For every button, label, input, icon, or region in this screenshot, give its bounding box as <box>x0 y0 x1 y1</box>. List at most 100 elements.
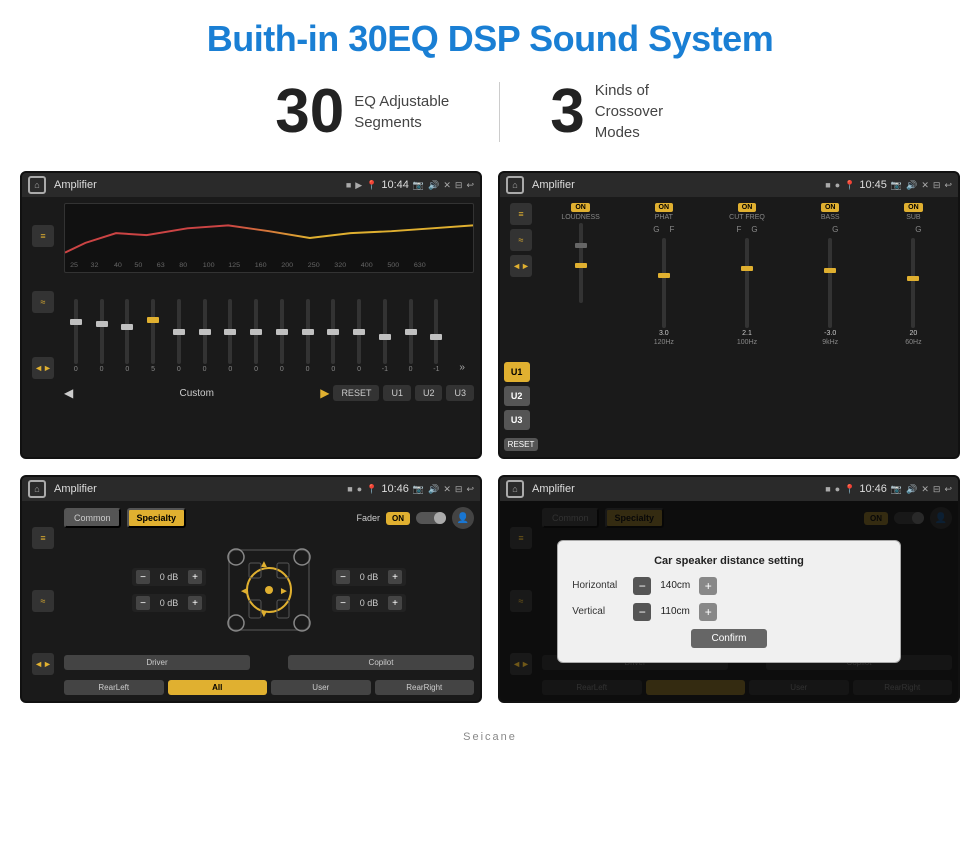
cr-reset-btn[interactable]: RESET <box>504 438 539 451</box>
speaker-bottom-btns-row1: Driver Copilot <box>64 655 474 670</box>
eq-fader-10[interactable]: 0 <box>322 299 346 373</box>
dialog-minus-vertical[interactable]: − <box>633 603 651 621</box>
eq-fader-3[interactable]: 5 <box>141 299 165 373</box>
eq-fader-14[interactable]: -1 <box>425 299 449 373</box>
dialog-control-horizontal: − 140cm + <box>633 577 717 595</box>
home-icon[interactable]: ⌂ <box>28 176 46 194</box>
sub-fader[interactable] <box>911 238 915 328</box>
cutfreq-on-btn[interactable]: ON <box>738 203 757 212</box>
camera-icon-cr: 📷 <box>891 180 902 191</box>
eq-fader-12[interactable]: -1 <box>373 299 397 373</box>
dialog-row-vertical: Vertical − 110cm + <box>572 603 886 621</box>
svg-text:500: 500 <box>387 262 399 269</box>
spk-control-btn-1[interactable]: ≡ <box>32 527 54 549</box>
db-minus-fr[interactable]: − <box>336 570 350 584</box>
db-plus-fl[interactable]: + <box>188 570 202 584</box>
eq-fader-13[interactable]: 0 <box>399 299 423 373</box>
spk-btn-user[interactable]: User <box>271 680 371 695</box>
status-bar-spk: ⌂ Amplifier ■ ● 📍 10:46 📷 🔊 ✕ ⊟ ↩ <box>22 477 480 501</box>
fader-toggle-slider[interactable] <box>416 512 446 524</box>
spk-btn-rearright[interactable]: RearRight <box>375 680 475 695</box>
dialog-label-vertical: Vertical <box>572 606 627 617</box>
spk-control-btn-2[interactable]: ≈ <box>32 590 54 612</box>
eq-expand-btn[interactable]: » <box>450 362 474 373</box>
bass-fader[interactable] <box>828 238 832 328</box>
phat-on-btn[interactable]: ON <box>655 203 674 212</box>
eq-fader-6[interactable]: 0 <box>219 299 243 373</box>
fader-label: Fader <box>356 513 380 523</box>
eq-fader-7[interactable]: 0 <box>244 299 268 373</box>
svg-text:63: 63 <box>157 262 165 269</box>
cr-u1-btn[interactable]: U1 <box>504 362 530 382</box>
cr-u2-btn[interactable]: U2 <box>504 386 530 406</box>
dialog-plus-vertical[interactable]: + <box>699 603 717 621</box>
spk-btn-driver[interactable]: Driver <box>64 655 250 670</box>
eq-control-btn-3[interactable]: ◄► <box>32 357 54 379</box>
db-minus-rr[interactable]: − <box>336 596 350 610</box>
db-minus-fl[interactable]: − <box>136 570 150 584</box>
eq-fader-9[interactable]: 0 <box>296 299 320 373</box>
dialog-confirm-btn[interactable]: Confirm <box>691 629 766 648</box>
svg-text:50: 50 <box>134 262 142 269</box>
cr-control-btn-2[interactable]: ≈ <box>510 229 532 251</box>
eq-u3-btn[interactable]: U3 <box>446 385 474 401</box>
vol-icon: 🔊 <box>428 180 439 191</box>
loudness-fader[interactable] <box>579 223 583 303</box>
sub-on-btn[interactable]: ON <box>904 203 923 212</box>
toggle-knob <box>434 512 446 524</box>
loudness-on-btn[interactable]: ON <box>571 203 590 212</box>
spk-control-btn-3[interactable]: ◄► <box>32 653 54 675</box>
db-plus-rr[interactable]: + <box>388 596 402 610</box>
eq-fader-1[interactable]: 0 <box>90 299 114 373</box>
page-title: Buith-in 30EQ DSP Sound System <box>0 0 980 70</box>
spk-btn-all[interactable]: All <box>168 680 268 695</box>
bass-label: BASS <box>821 214 840 221</box>
eq-fader-5[interactable]: 0 <box>193 299 217 373</box>
eq-fader-2[interactable]: 0 <box>116 299 140 373</box>
dialog-plus-horizontal[interactable]: + <box>699 577 717 595</box>
dialog-minus-horizontal[interactable]: − <box>633 577 651 595</box>
eq-graph: 25 32 40 50 63 80 100 125 160 200 250 32… <box>64 203 474 273</box>
eq-play-btn[interactable]: ▶ <box>320 386 329 400</box>
cr-control-btn-1[interactable]: ≡ <box>510 203 532 225</box>
eq-main: 25 32 40 50 63 80 100 125 160 200 250 32… <box>64 203 474 401</box>
spk-btn-rearleft[interactable]: RearLeft <box>64 680 164 695</box>
eq-control-btn-2[interactable]: ≈ <box>32 291 54 313</box>
cr-u3-btn[interactable]: U3 <box>504 410 530 430</box>
eq-prev-btn[interactable]: ◀ <box>64 386 73 400</box>
tab-specialty-spk[interactable]: Specialty <box>127 508 187 528</box>
svg-text:125: 125 <box>228 262 240 269</box>
home-icon-spk2[interactable]: ⌂ <box>506 480 524 498</box>
eq-fader-0[interactable]: 0 <box>64 299 88 373</box>
eq-curve-svg: 25 32 40 50 63 80 100 125 160 200 250 32… <box>65 204 473 272</box>
db-plus-fr[interactable]: + <box>388 570 402 584</box>
eq-fader-11[interactable]: 0 <box>347 299 371 373</box>
status-bar-eq: ⌂ Amplifier ■ ▶ 📍 10:44 📷 🔊 ✕ ⊟ ↩ <box>22 173 480 197</box>
cr-control-btn-3[interactable]: ◄► <box>510 255 532 277</box>
db-ctrl-fr: − 0 dB + <box>332 568 406 586</box>
phat-freq: 120Hz <box>654 339 674 346</box>
db-minus-rl[interactable]: − <box>136 596 150 610</box>
speaker2-screen-body: ≡ ≈ ◄► Common Specialty ON 👤 <box>500 501 958 701</box>
db-plus-rl[interactable]: + <box>188 596 202 610</box>
minimize-icon-cr: ⊟ <box>933 180 941 191</box>
eq-reset-btn[interactable]: RESET <box>333 385 379 401</box>
phat-fader[interactable] <box>662 238 666 328</box>
tab-common-spk[interactable]: Common <box>64 508 121 528</box>
eq-u2-btn[interactable]: U2 <box>415 385 443 401</box>
eq-fader-8[interactable]: 0 <box>270 299 294 373</box>
spk-btn-copilot[interactable]: Copilot <box>288 655 474 670</box>
eq-control-btn-1[interactable]: ≡ <box>32 225 54 247</box>
location-icon-cr: 📍 <box>844 180 855 191</box>
cutfreq-fader[interactable] <box>745 238 749 328</box>
home-icon-spk[interactable]: ⌂ <box>28 480 46 498</box>
fader-on-toggle[interactable]: ON <box>386 512 410 525</box>
phat-value: 3.0 <box>659 330 669 337</box>
bass-on-btn[interactable]: ON <box>821 203 840 212</box>
stats-row: 30 EQ AdjustableSegments 3 Kinds ofCross… <box>0 70 980 161</box>
time-spk2: 10:46 <box>859 483 887 495</box>
svg-text:25: 25 <box>70 262 78 269</box>
home-icon-cr[interactable]: ⌂ <box>506 176 524 194</box>
eq-u1-btn[interactable]: U1 <box>383 385 411 401</box>
eq-fader-4[interactable]: 0 <box>167 299 191 373</box>
